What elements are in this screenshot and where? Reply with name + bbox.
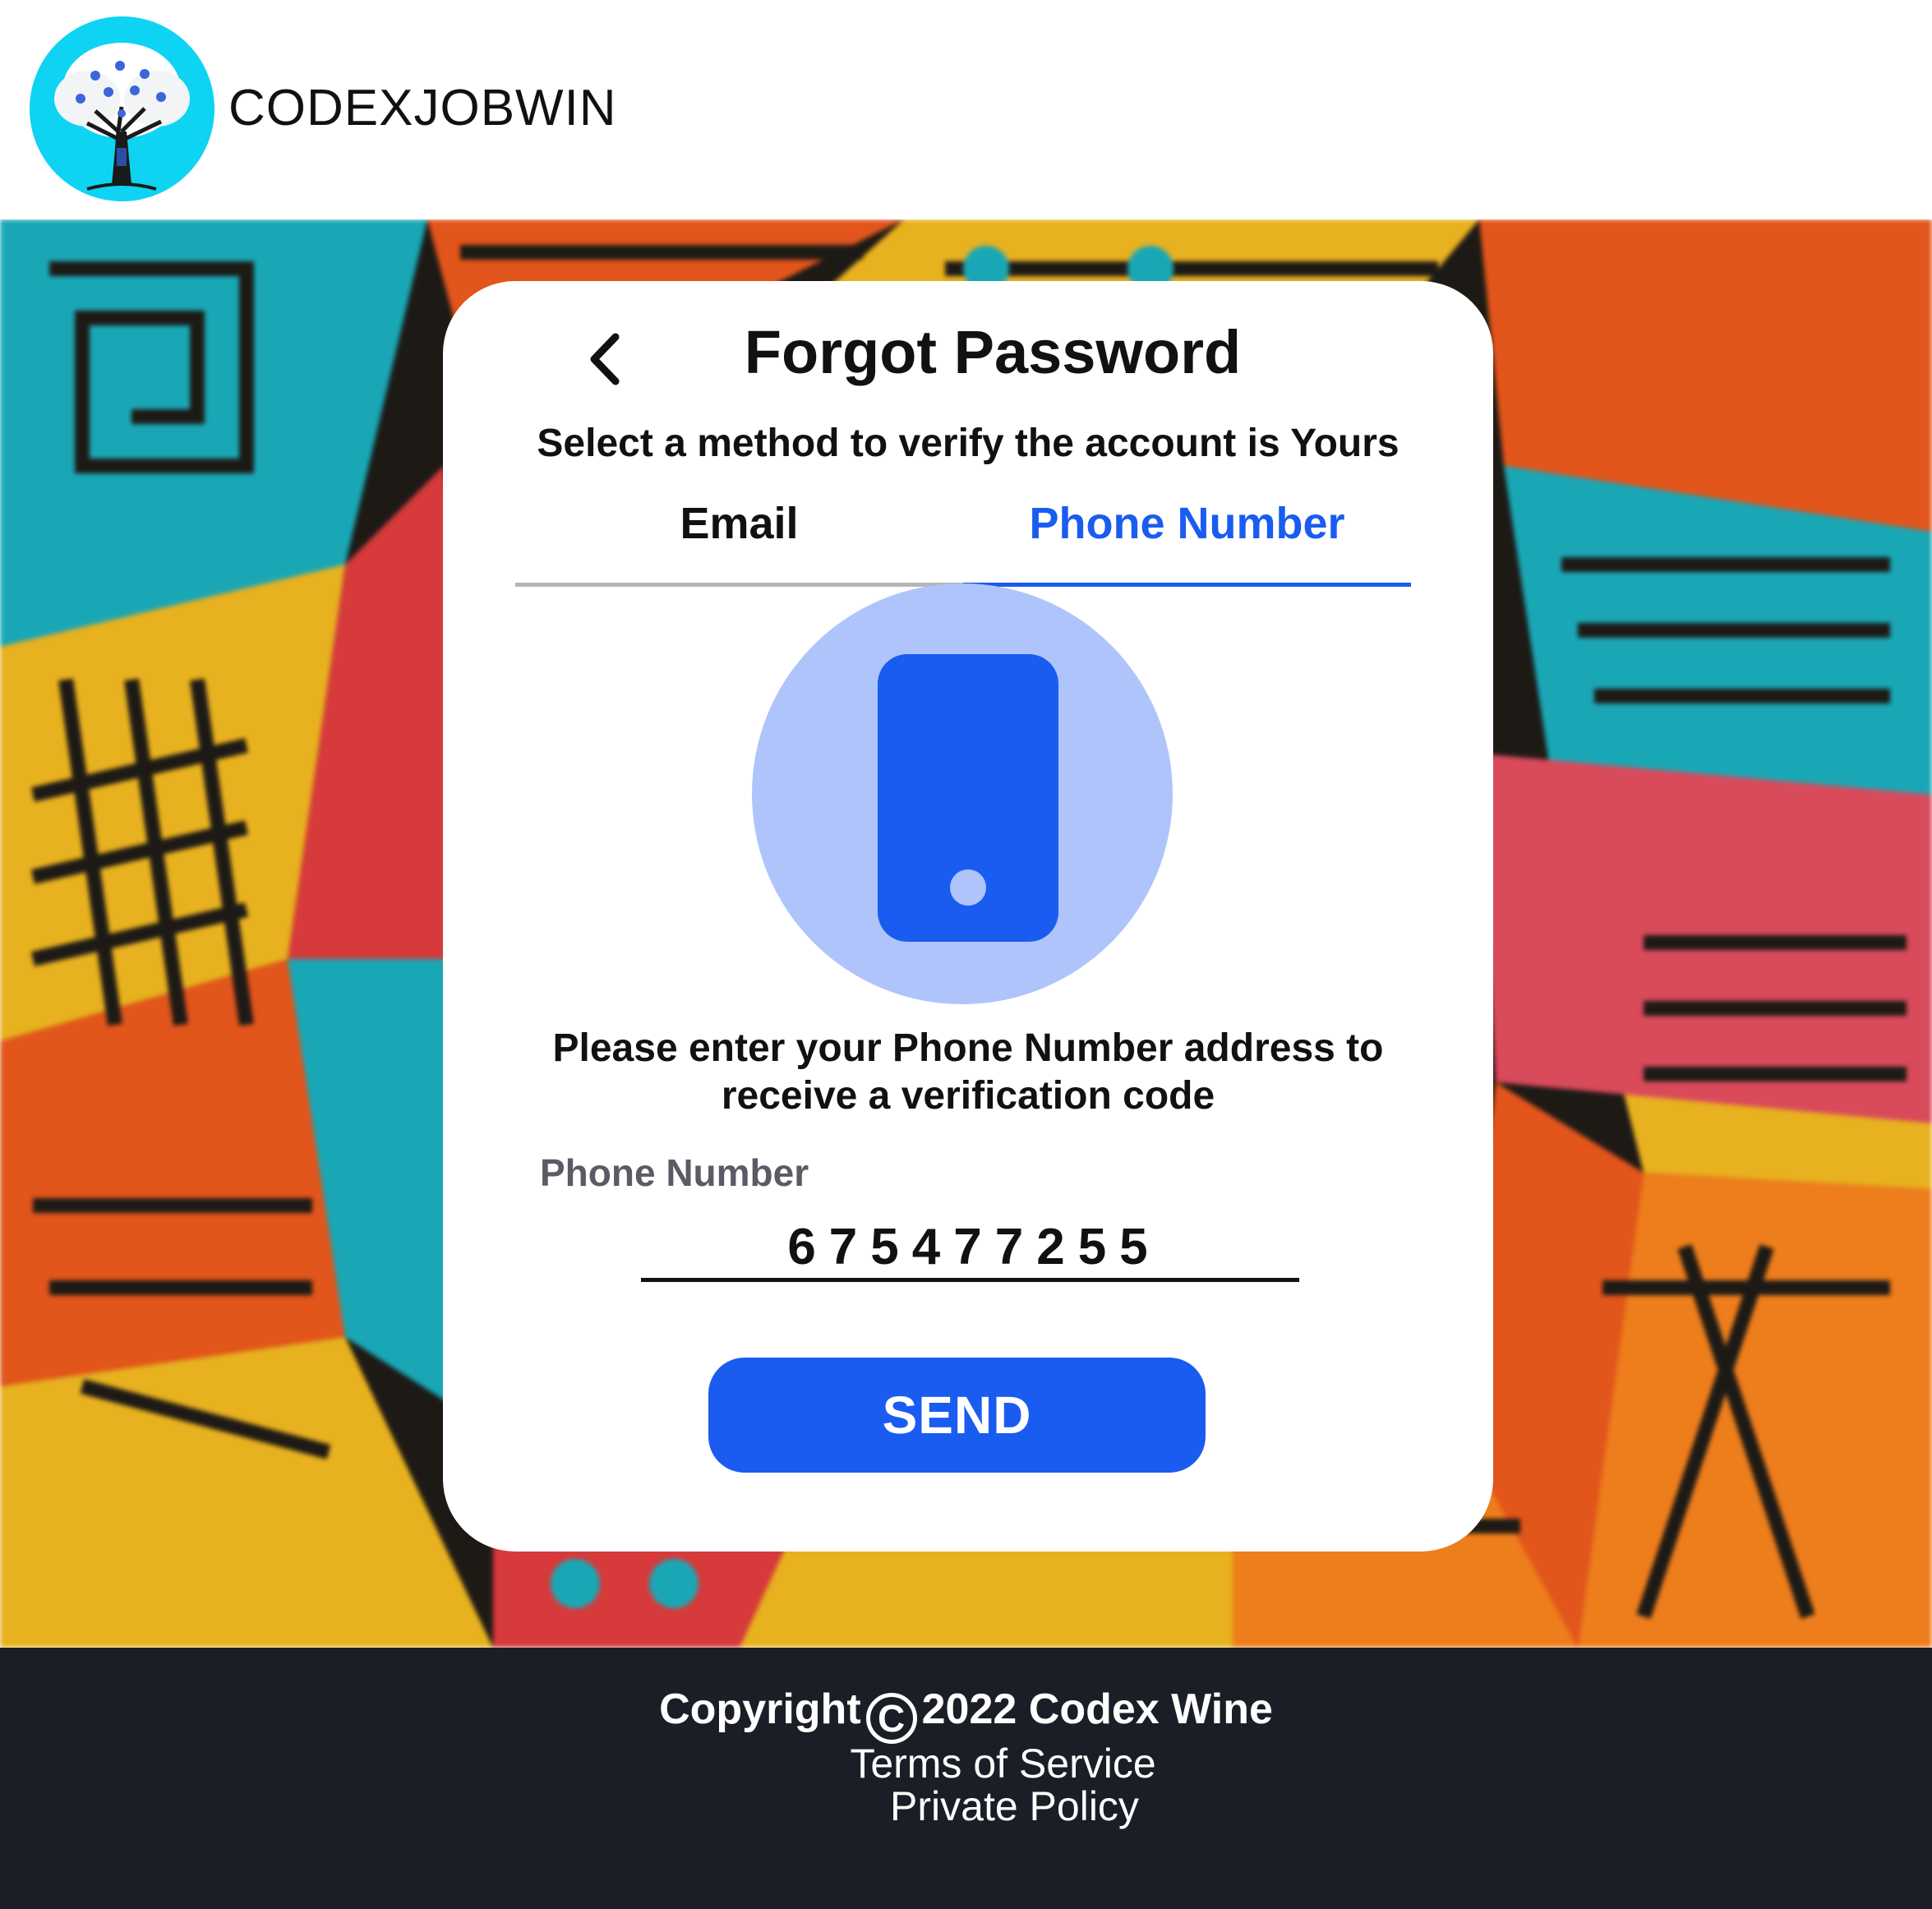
tree-logo-icon[interactable] bbox=[30, 16, 214, 201]
send-button[interactable]: SEND bbox=[708, 1358, 1206, 1473]
illustration-circle bbox=[752, 583, 1173, 1004]
method-instruction: Select a method to verify the account is… bbox=[537, 422, 1399, 465]
phone-number-input[interactable] bbox=[641, 1216, 1299, 1282]
terms-of-service-link[interactable]: Terms of Service bbox=[0, 1740, 1932, 1787]
copyright-suffix: 2022 Codex Wine bbox=[921, 1685, 1273, 1733]
method-tabs: Email Phone Number bbox=[515, 486, 1411, 587]
phone-number-label: Phone Number bbox=[540, 1151, 809, 1194]
phone-home-dot bbox=[950, 869, 986, 906]
tab-email[interactable]: Email bbox=[515, 486, 963, 587]
copyright-text: Copyright C 2022 Codex Wine bbox=[0, 1681, 1932, 1744]
brand-name: CODEXJOBWIN bbox=[228, 80, 617, 136]
tab-phone-number[interactable]: Phone Number bbox=[963, 486, 1411, 587]
forgot-password-card: Forgot Password Select a method to verif… bbox=[443, 281, 1493, 1552]
copyright-prefix: Copyright bbox=[659, 1685, 861, 1733]
footer: Copyright C 2022 Codex Wine Terms of Servi… bbox=[0, 1648, 1932, 1909]
copyright-icon: C bbox=[865, 1693, 917, 1744]
page-title: Forgot Password bbox=[744, 318, 1242, 386]
privacy-policy-link[interactable]: Private Policy bbox=[0, 1782, 1932, 1830]
verification-instruction: Please enter your Phone Number address t… bbox=[552, 1026, 1384, 1118]
top-header: CODEXJOBWIN bbox=[0, 0, 1932, 219]
smartphone-icon bbox=[878, 654, 1058, 942]
